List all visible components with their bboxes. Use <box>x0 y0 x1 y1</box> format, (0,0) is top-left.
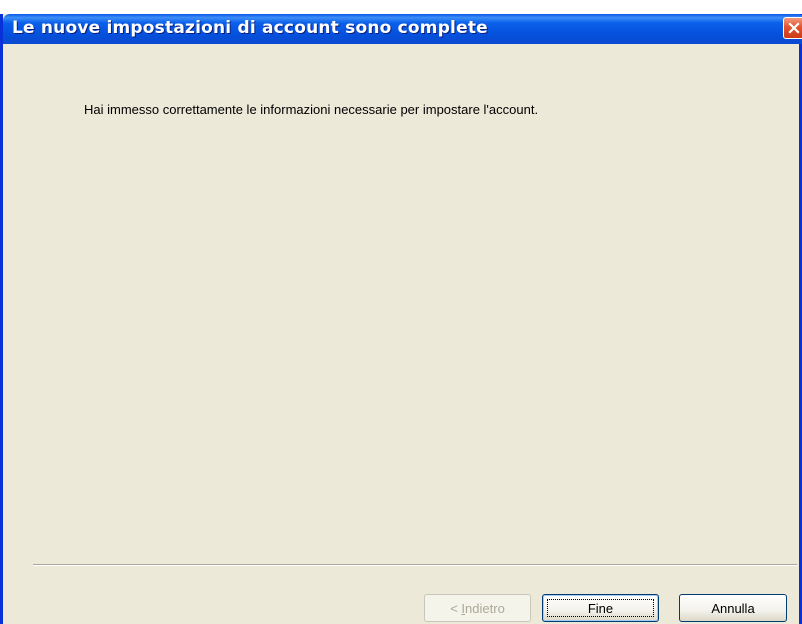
focus-rectangle <box>547 599 654 617</box>
dialog-window: Le nuove impostazioni di account sono co… <box>0 14 802 624</box>
close-button[interactable] <box>783 17 802 39</box>
window-title: Le nuove impostazioni di account sono co… <box>12 18 488 38</box>
back-button[interactable]: < Indietro <box>424 594 531 622</box>
close-icon <box>788 22 800 34</box>
back-button-label: ndietro <box>465 600 505 616</box>
cancel-button-label: Annulla <box>711 600 755 616</box>
back-button-prefix: < <box>450 600 462 616</box>
cancel-button[interactable]: Annulla <box>679 594 787 622</box>
finish-button[interactable]: Fine <box>542 594 659 622</box>
success-message: Hai immesso correttamente le informazion… <box>84 102 539 117</box>
title-bar[interactable]: Le nuove impostazioni di account sono co… <box>3 14 802 44</box>
divider <box>33 564 797 566</box>
